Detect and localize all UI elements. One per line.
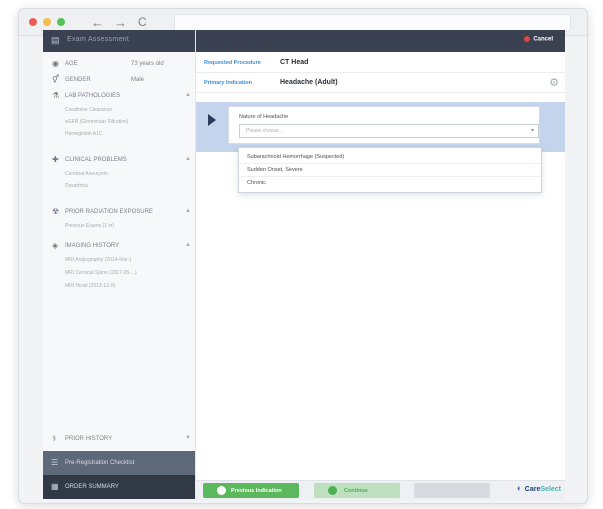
brand-name-part2: Select — [540, 486, 561, 493]
section-label: IMAGING HISTORY — [65, 243, 120, 249]
chevron-up-icon[interactable]: ▲ — [185, 92, 191, 98]
chart-icon: ⚕ — [52, 434, 57, 443]
scan-icon: ◈ — [52, 241, 59, 250]
previous-indication-button[interactable]: Previous Indication — [203, 483, 299, 498]
sidebar-row-age: ◉ AGE 73 years old — [43, 58, 195, 70]
age-value: 73 years old — [131, 61, 164, 67]
list-item[interactable]: MRI Angiography (2014-Mar-) — [65, 257, 131, 263]
list-item[interactable]: Previous Exams (1 in) — [65, 223, 114, 229]
sidebar-section-clinical-problems[interactable]: ✚ CLINICAL PROBLEMS ▲ — [43, 154, 195, 166]
reload-icon[interactable]: C — [138, 15, 147, 29]
requested-procedure-row: Requested Procedure CT Head — [196, 54, 565, 73]
chevron-up-icon[interactable]: ▲ — [185, 208, 191, 214]
list-item[interactable]: Creatinine Clearance — [65, 107, 112, 113]
bottom-action-bar: Previous Indication Continue ◐ CareSelec… — [196, 480, 565, 500]
main-panel: Cancel Requested Procedure CT Head Prima… — [196, 30, 565, 499]
sidebar-header-title: Exam Assessment — [67, 36, 130, 43]
list-icon: ☰ — [51, 458, 59, 467]
gender-label: GENDER — [65, 77, 91, 83]
divider — [239, 163, 541, 164]
dropdown-option[interactable]: Chronic — [247, 180, 266, 186]
brand-name-part1: Care — [524, 486, 541, 493]
section-label: LAB PATHOLOGIES — [65, 93, 121, 99]
chevron-down-icon: ▾ — [530, 128, 534, 134]
section-label: PRIOR RADIATION EXPOSURE — [65, 209, 153, 215]
gear-icon[interactable]: ⚙ — [549, 76, 559, 89]
grid-icon: ▦ — [51, 482, 59, 491]
question-band: Nature of Headache Please choose... ▾ — [196, 102, 565, 152]
chevron-up-icon[interactable]: ▲ — [185, 242, 191, 248]
forward-arrow-icon[interactable]: → — [114, 15, 127, 30]
divider — [239, 176, 541, 177]
next-circle-icon — [328, 486, 337, 495]
back-arrow-icon[interactable]: ← — [91, 15, 104, 30]
sidebar-section-imaging-history[interactable]: ◈ IMAGING HISTORY ▲ — [43, 240, 195, 252]
minimize-window-dot[interactable] — [43, 18, 51, 26]
medical-cross-icon: ✚ — [52, 155, 59, 164]
primary-indication-row: Primary Indication Headache (Adult) ⚙ — [196, 74, 565, 93]
list-item[interactable]: Cerebral Aneurysm — [65, 171, 108, 177]
sidebar-header: ▤ Exam Assessment — [43, 30, 195, 52]
disabled-action-button[interactable] — [414, 483, 490, 498]
select-dropdown-menu: Subarachnoid Hemorrhage (Suspected) Sudd… — [238, 147, 542, 193]
list-item[interactable]: Dysarthria — [65, 183, 88, 189]
gender-icon: ⚥ — [52, 75, 60, 84]
brand-mark-icon: ◐ — [516, 483, 523, 493]
continue-label: Continue — [344, 488, 368, 494]
cancel-button[interactable]: Cancel — [524, 36, 553, 43]
section-label: PRIOR HISTORY — [65, 436, 113, 442]
patient-sidebar: ▤ Exam Assessment ◉ AGE 73 years old ⚥ G… — [43, 30, 196, 499]
requested-procedure-label: Requested Procedure — [204, 60, 261, 66]
list-item[interactable]: eGFR (Glomerular Filtration) — [65, 119, 128, 125]
sidebar-section-lab-pathologies[interactable]: ⚗ LAB PATHOLOGIES ▲ — [43, 90, 195, 102]
sidebar-row-gender: ⚥ GENDER Male — [43, 74, 195, 86]
brand-logo: ◐ CareSelect — [517, 483, 561, 498]
dropdown-option[interactable]: Sudden Onset, Severe — [247, 167, 303, 173]
maximize-window-dot[interactable] — [57, 18, 65, 26]
radiation-icon: ☢ — [52, 207, 60, 216]
dropdown-option[interactable]: Subarachnoid Hemorrhage (Suspected) — [247, 154, 344, 160]
age-icon: ◉ — [52, 59, 59, 68]
main-topbar: Cancel — [196, 30, 565, 52]
list-item[interactable]: MRI Head (2013-12-0) — [65, 283, 115, 289]
question-label: Nature of Headache — [239, 114, 289, 120]
cancel-icon — [524, 36, 531, 42]
order-summary-button[interactable]: ▦ ORDER SUMMARY — [43, 475, 195, 499]
headache-nature-select[interactable]: Please choose... ▾ — [239, 124, 539, 138]
chevron-down-icon[interactable]: ▼ — [185, 435, 191, 441]
previous-indication-label: Previous Indication — [231, 488, 282, 494]
cancel-label: Cancel — [533, 36, 553, 43]
pre-registration-checklist-button[interactable]: ☰ Pre-Registration Checklist — [43, 451, 195, 475]
order-summary-label: ORDER SUMMARY — [65, 484, 119, 490]
list-item[interactable]: Hemoglobin A1C — [65, 131, 103, 137]
list-item[interactable]: MRI Cervical Spine (2017-05-...) — [65, 270, 137, 276]
flask-icon: ⚗ — [52, 91, 60, 100]
play-arrow-icon — [208, 114, 216, 126]
checklist-label: Pre-Registration Checklist — [65, 460, 135, 466]
primary-indication-value: Headache (Adult) — [280, 79, 338, 86]
close-window-dot[interactable] — [29, 18, 37, 26]
requested-procedure-value: CT Head — [280, 59, 309, 66]
back-circle-icon — [217, 486, 226, 495]
sidebar-section-prior-history[interactable]: ⚕ PRIOR HISTORY ▼ — [43, 433, 195, 445]
select-placeholder: Please choose... — [246, 128, 283, 134]
primary-indication-label: Primary Indication — [204, 80, 252, 86]
question-card: Nature of Headache Please choose... ▾ — [228, 106, 540, 144]
gender-value: Male — [131, 77, 145, 83]
sidebar-section-prior-radiation[interactable]: ☢ PRIOR RADIATION EXPOSURE ▲ — [43, 206, 195, 218]
chevron-up-icon[interactable]: ▲ — [185, 156, 191, 162]
continue-button[interactable]: Continue — [314, 483, 400, 498]
clipboard-icon: ▤ — [51, 35, 60, 45]
section-label: CLINICAL PROBLEMS — [65, 157, 127, 163]
age-label: AGE — [65, 61, 78, 67]
